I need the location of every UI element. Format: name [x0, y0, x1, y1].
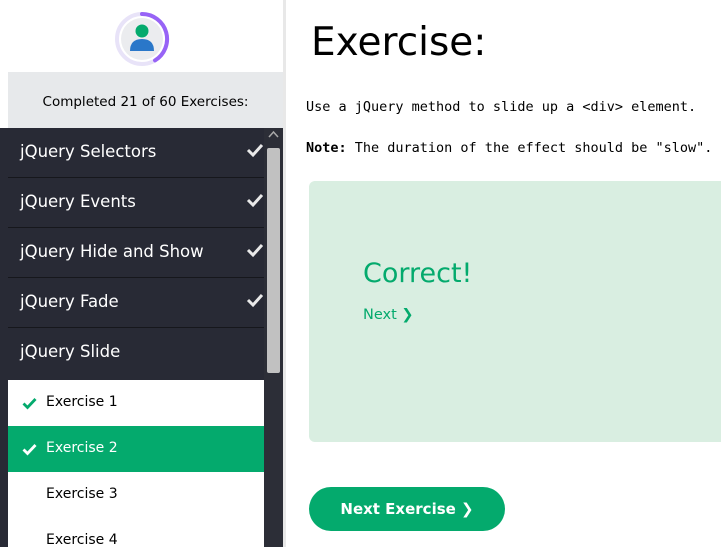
- exercise-instruction: Use a jQuery method to slide up a <div> …: [306, 99, 697, 115]
- menu-item-selectors[interactable]: jQuery Selectors: [8, 128, 264, 178]
- sidebar-scrollbar[interactable]: [264, 128, 283, 547]
- result-panel: Correct! Next ❯: [309, 181, 721, 442]
- exercise-label: Exercise 2: [46, 440, 118, 456]
- menu-item-slide[interactable]: jQuery Slide: [8, 328, 264, 378]
- correct-message: Correct!: [363, 258, 473, 289]
- note-label: Note:: [306, 140, 347, 156]
- checkmark-icon: [246, 193, 264, 208]
- menu-item-fade[interactable]: jQuery Fade: [8, 278, 264, 328]
- exercise-item-3[interactable]: Exercise 3: [8, 472, 264, 518]
- exercise-item-4[interactable]: Exercise 4: [8, 518, 264, 547]
- next-exercise-button[interactable]: Next Exercise ❯: [309, 487, 505, 531]
- next-link[interactable]: Next ❯: [363, 307, 414, 323]
- sidebar: Completed 21 of 60 Exercises: jQuery Sel…: [0, 0, 283, 547]
- menu-item-hide-show[interactable]: jQuery Hide and Show: [8, 228, 264, 278]
- sidebar-header: Completed 21 of 60 Exercises:: [0, 0, 283, 128]
- note-text: The duration of the effect should be "sl…: [346, 140, 713, 156]
- checkmark-icon: [22, 444, 37, 456]
- progress-text: Completed 21 of 60 Exercises:: [42, 94, 249, 110]
- exercise-item-2[interactable]: Exercise 2: [8, 426, 264, 472]
- scrollbar-thumb[interactable]: [267, 148, 280, 373]
- menu-item-label: jQuery Slide: [20, 342, 121, 361]
- exercise-note: Note: The duration of the effect should …: [306, 140, 712, 156]
- checkmark-icon: [246, 143, 264, 158]
- user-avatar-icon[interactable]: [114, 11, 170, 67]
- menu-item-label: jQuery Selectors: [20, 142, 157, 161]
- main-content: Exercise: Use a jQuery method to slide u…: [283, 0, 721, 547]
- menu-item-label: jQuery Fade: [20, 292, 119, 311]
- exercise-item-1[interactable]: Exercise 1: [8, 380, 264, 426]
- exercise-label: Exercise 4: [46, 532, 118, 547]
- exercise-label: Exercise 3: [46, 486, 118, 502]
- menu-item-label: jQuery Hide and Show: [20, 242, 204, 261]
- checkmark-icon: [246, 293, 264, 308]
- checkmark-icon: [22, 398, 37, 410]
- checkmark-icon: [246, 243, 264, 258]
- page-title: Exercise:: [311, 20, 487, 65]
- exercise-label: Exercise 1: [46, 394, 118, 410]
- progress-box: Completed 21 of 60 Exercises:: [8, 72, 283, 128]
- chapter-menu: jQuery Selectors jQuery Events jQuery Hi…: [8, 128, 264, 378]
- menu-item-events[interactable]: jQuery Events: [8, 178, 264, 228]
- exercise-list: Exercise 1 Exercise 2 Exercise 3 Exercis…: [8, 380, 264, 547]
- menu-item-label: jQuery Events: [20, 192, 136, 211]
- scroll-up-arrow-icon[interactable]: [268, 130, 279, 138]
